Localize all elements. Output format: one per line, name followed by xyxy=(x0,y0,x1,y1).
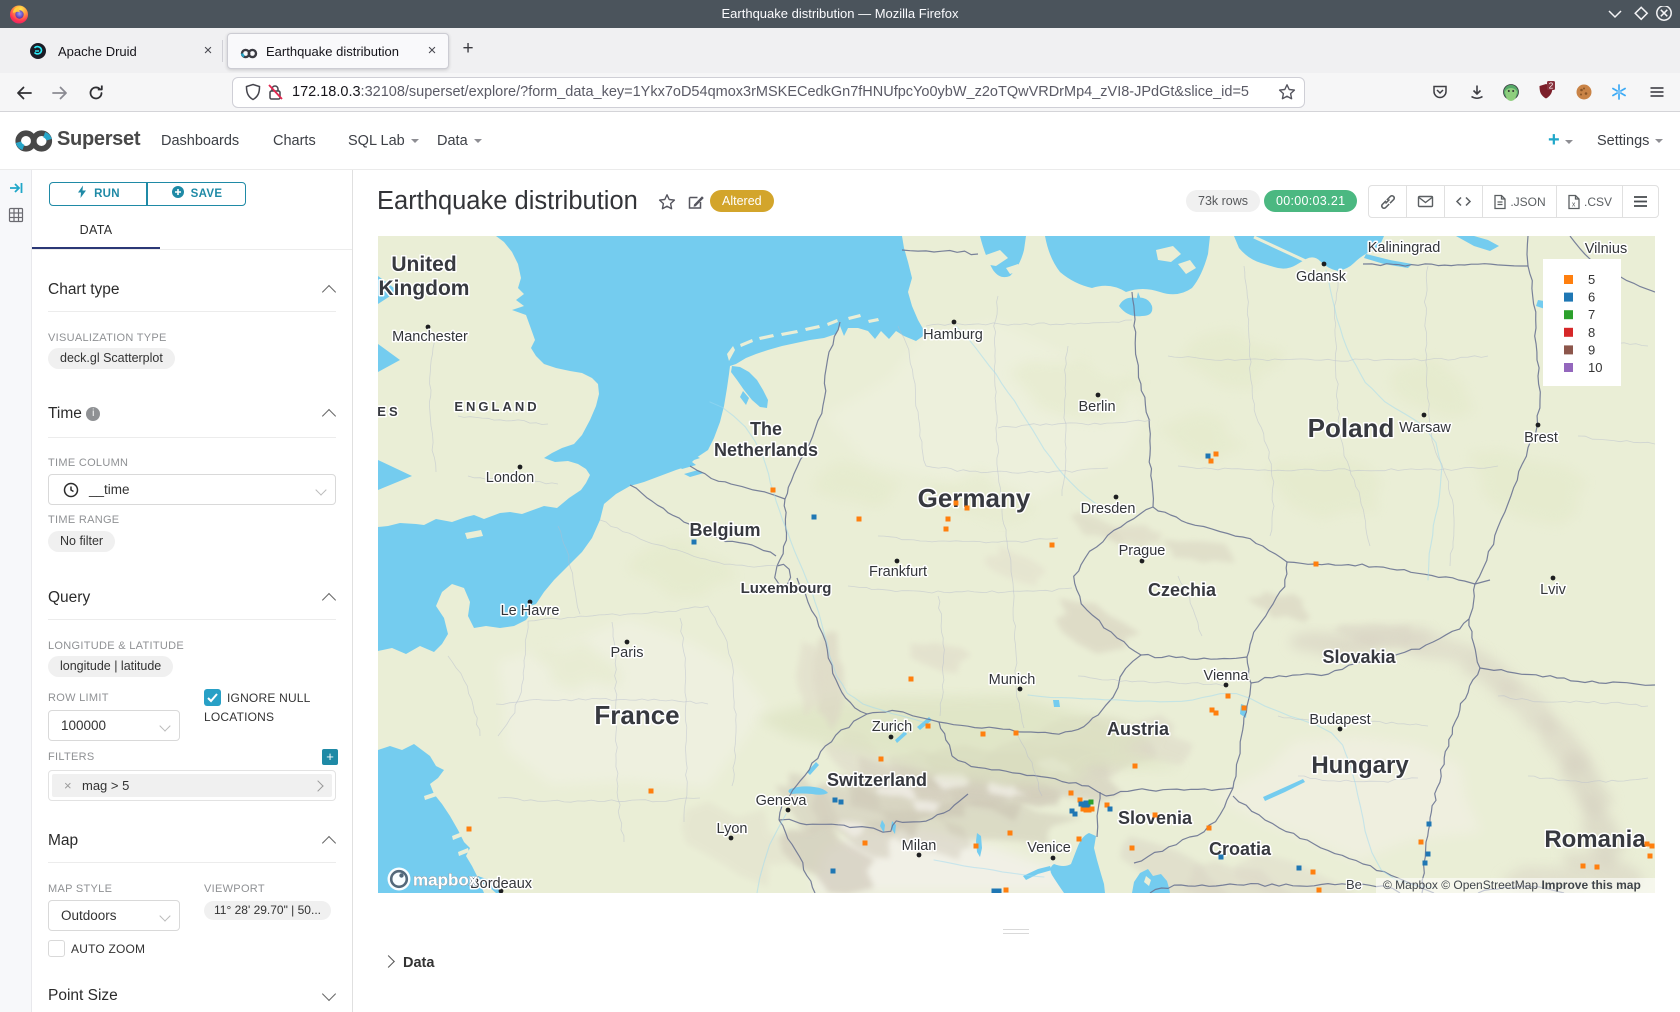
svg-text:United: United xyxy=(391,253,456,276)
svg-text:Austria: Austria xyxy=(1107,719,1170,739)
svg-text:6: 6 xyxy=(1588,290,1595,305)
svg-text:Gdansk: Gdansk xyxy=(1296,269,1347,285)
svg-text:London: London xyxy=(486,470,534,486)
svg-text:Venice: Venice xyxy=(1027,840,1071,856)
svg-text:8: 8 xyxy=(1588,325,1595,340)
svg-text:Vienna: Vienna xyxy=(1204,668,1250,684)
svg-text:Warsaw: Warsaw xyxy=(1399,420,1451,436)
svg-text:9: 9 xyxy=(1588,342,1595,357)
svg-text:Prague: Prague xyxy=(1119,543,1166,559)
svg-text:Manchester: Manchester xyxy=(392,329,468,345)
svg-text:Budapest: Budapest xyxy=(1309,712,1370,728)
svg-text:mapbox: mapbox xyxy=(413,871,479,890)
svg-text:2: 2 xyxy=(1549,81,1554,90)
svg-text:Netherlands: Netherlands xyxy=(714,440,818,460)
svg-text:WALES: WALES xyxy=(378,404,401,419)
svg-text:France: France xyxy=(594,700,679,730)
svg-text:Le Havre: Le Havre xyxy=(501,603,560,619)
svg-text:Croatia: Croatia xyxy=(1209,839,1272,859)
svg-text:Switzerland: Switzerland xyxy=(827,770,927,790)
svg-text:x: x xyxy=(1572,201,1576,208)
svg-text:Geneva: Geneva xyxy=(756,793,808,809)
svg-text:Berlin: Berlin xyxy=(1078,399,1115,415)
svg-text:5: 5 xyxy=(1588,272,1595,287)
svg-text:Kaliningrad: Kaliningrad xyxy=(1368,240,1441,256)
svg-text:Romania: Romania xyxy=(1544,826,1646,853)
svg-text:Luxembourg: Luxembourg xyxy=(741,580,832,597)
svg-text:The: The xyxy=(750,419,782,439)
svg-text:10: 10 xyxy=(1588,360,1602,375)
svg-text:Dresden: Dresden xyxy=(1081,501,1136,517)
svg-text:Milan: Milan xyxy=(902,838,937,854)
svg-text:Poland: Poland xyxy=(1308,413,1395,443)
svg-text:Vilnius: Vilnius xyxy=(1585,241,1627,257)
svg-text:Be: Be xyxy=(1346,877,1362,892)
svg-text:Paris: Paris xyxy=(610,645,643,661)
svg-text:Slovakia: Slovakia xyxy=(1322,647,1396,667)
svg-text:Zurich: Zurich xyxy=(872,719,912,735)
svg-text:Munich: Munich xyxy=(989,672,1036,688)
svg-text:7: 7 xyxy=(1588,307,1595,322)
svg-text:Bordeaux: Bordeaux xyxy=(470,876,533,892)
svg-text:Kingdom: Kingdom xyxy=(379,277,470,300)
svg-text:Hamburg: Hamburg xyxy=(923,327,983,343)
svg-text:ENGLAND: ENGLAND xyxy=(454,399,539,414)
svg-text:Frankfurt: Frankfurt xyxy=(869,564,927,580)
svg-text:Brest: Brest xyxy=(1524,430,1558,446)
svg-text:Germany: Germany xyxy=(918,483,1031,513)
svg-text:Hungary: Hungary xyxy=(1311,752,1409,779)
svg-text:© Mapbox © OpenStreetMap Impro: © Mapbox © OpenStreetMap Improve this ma… xyxy=(1383,878,1641,892)
svg-text:Lyon: Lyon xyxy=(717,821,748,837)
svg-text:Czechia: Czechia xyxy=(1148,580,1217,600)
svg-text:Lviv: Lviv xyxy=(1540,582,1567,598)
svg-text:Slovenia: Slovenia xyxy=(1118,808,1193,828)
svg-text:Belgium: Belgium xyxy=(689,520,760,540)
